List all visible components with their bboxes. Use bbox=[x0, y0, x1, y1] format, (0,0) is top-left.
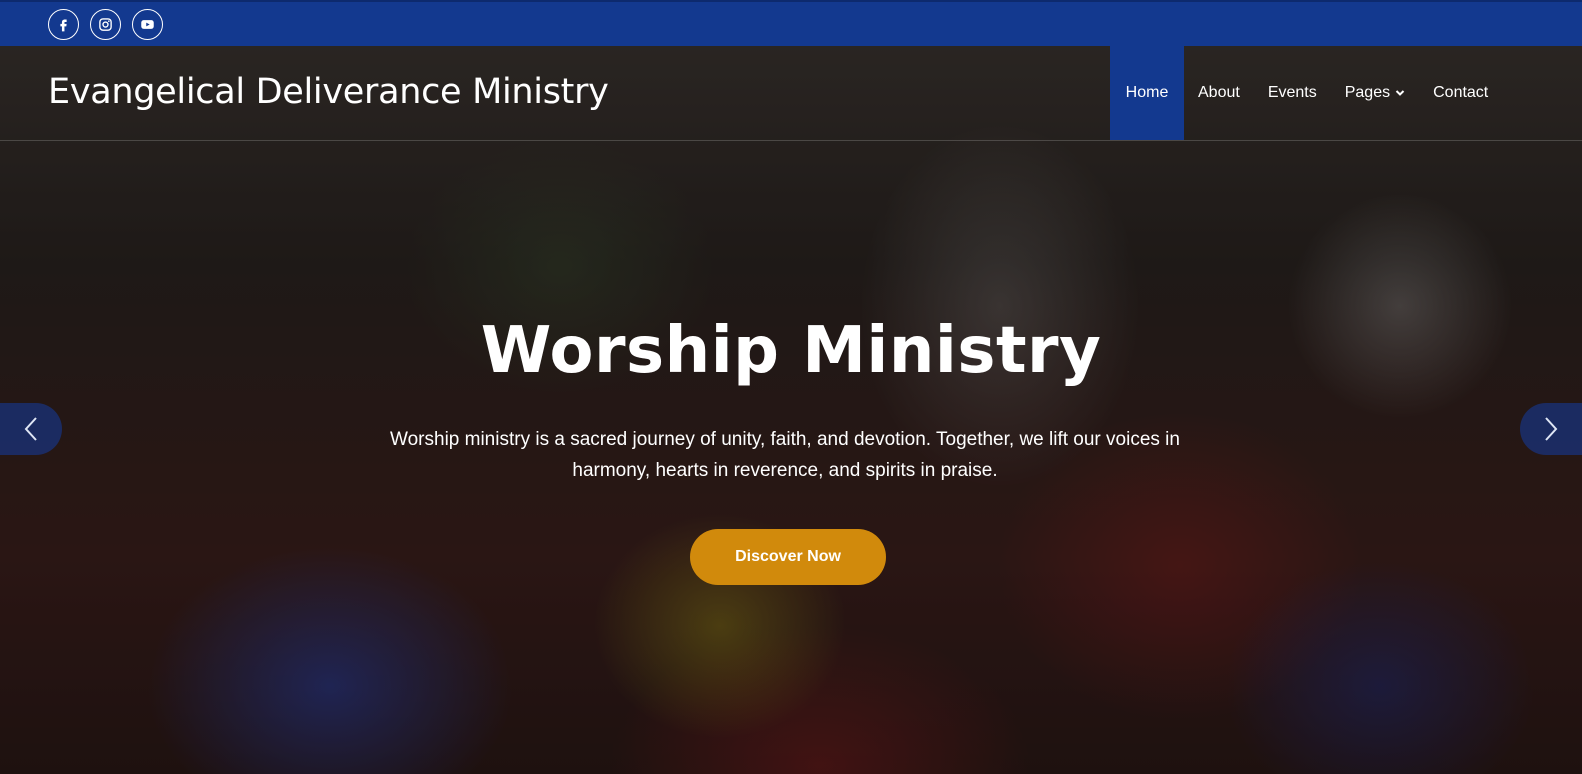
instagram-icon bbox=[99, 18, 112, 31]
hero-background-image bbox=[0, 46, 1582, 774]
nav-item-contact[interactable]: Contact bbox=[1419, 46, 1502, 140]
facebook-icon bbox=[60, 19, 67, 32]
nav-item-about[interactable]: About bbox=[1184, 46, 1254, 140]
slide-title: Worship Ministry bbox=[480, 314, 1102, 388]
slide-description: Worship ministry is a sacred journey of … bbox=[390, 429, 1180, 481]
youtube-icon bbox=[141, 20, 154, 29]
chevron-down-icon bbox=[1395, 90, 1405, 96]
top-bar bbox=[0, 0, 1582, 46]
youtube-link[interactable] bbox=[132, 9, 163, 40]
nav-item-label: About bbox=[1198, 84, 1240, 101]
nav-item-label: Events bbox=[1267, 84, 1317, 101]
nav-item-home[interactable]: Home bbox=[1110, 46, 1184, 140]
hero-slider: Evangelical Deliverance Ministry Home Ab… bbox=[0, 46, 1582, 774]
chevron-right-icon bbox=[1545, 417, 1558, 441]
instagram-link[interactable] bbox=[90, 9, 121, 40]
nav-item-pages[interactable]: Pages bbox=[1331, 46, 1419, 140]
slider-prev-button[interactable] bbox=[0, 403, 62, 455]
site-title[interactable]: Evangelical Deliverance Ministry bbox=[48, 72, 609, 112]
chevron-left-icon bbox=[24, 417, 37, 441]
main-nav: Home About Events Pages Contact bbox=[1110, 46, 1502, 140]
nav-item-label: Contact bbox=[1433, 84, 1489, 101]
nav-item-label: Home bbox=[1125, 84, 1169, 101]
slider-next-button[interactable] bbox=[1520, 403, 1582, 455]
facebook-link[interactable] bbox=[48, 9, 79, 40]
discover-now-button[interactable]: Discover Now bbox=[690, 529, 886, 585]
nav-item-events[interactable]: Events bbox=[1254, 46, 1331, 140]
header-divider bbox=[0, 140, 1582, 141]
nav-item-label: Pages bbox=[1344, 84, 1391, 101]
